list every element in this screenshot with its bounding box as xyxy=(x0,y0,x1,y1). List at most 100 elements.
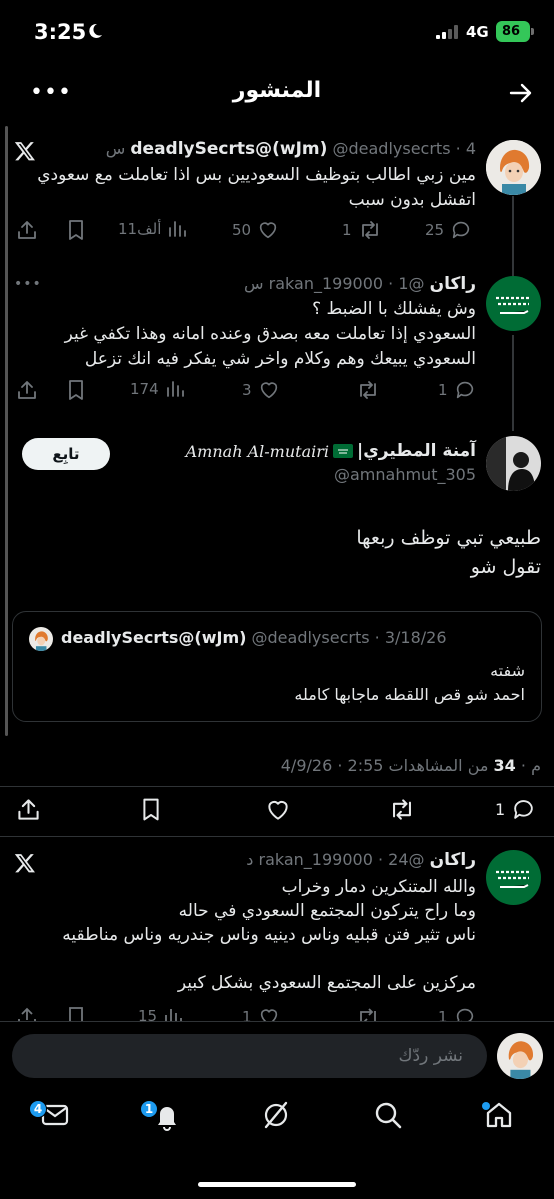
grok-tab-icon[interactable] xyxy=(262,1100,290,1130)
back-arrow-icon[interactable] xyxy=(508,80,534,106)
reply-icon xyxy=(452,221,470,239)
author-handle[interactable]: @deadlysecrts xyxy=(333,139,451,158)
share-icon[interactable] xyxy=(16,1006,38,1021)
quoted-author-name: deadlySecrts@(wJm) xyxy=(61,628,247,647)
repost-button[interactable]: 1 xyxy=(342,219,382,241)
views-button[interactable]: 15 xyxy=(138,1006,183,1021)
reply-button[interactable]: 1 xyxy=(495,797,536,822)
network-label: 4G xyxy=(466,23,489,41)
repost-icon[interactable] xyxy=(356,1006,380,1021)
post-text-line: مركزين على المجتمع السعودي بشكل كبير xyxy=(177,973,476,993)
post-text-line xyxy=(16,947,476,971)
reply-input[interactable]: نشر ردّك xyxy=(12,1034,487,1078)
author-name[interactable]: راكان xyxy=(430,850,476,870)
post-text-line: السعودي إذا تعاملت معه بصدق وعنده امانه … xyxy=(64,324,476,344)
bookmark-icon[interactable] xyxy=(66,219,86,241)
reply-icon xyxy=(514,800,533,819)
home-indicator xyxy=(198,1182,356,1187)
reply-button[interactable]: 1 xyxy=(438,1006,476,1021)
thread-line xyxy=(512,335,514,431)
messages-badge: 4 xyxy=(29,1100,47,1118)
share-icon[interactable] xyxy=(16,219,38,241)
author-handle[interactable]: @amnahmut_305 xyxy=(334,465,476,484)
avatar[interactable] xyxy=(486,276,541,331)
reply-count: 25 xyxy=(425,221,445,239)
repost-button[interactable] xyxy=(356,379,380,401)
repost-count: 1 xyxy=(342,221,352,239)
like-count: 50 xyxy=(232,221,252,239)
post-meta: 4/9/26 · 2:55 م · 34 من المشاهدات xyxy=(280,756,541,775)
reply-icon xyxy=(456,1008,473,1021)
like-button[interactable]: 50 xyxy=(232,219,279,241)
views-count: 174 xyxy=(130,380,159,398)
share-icon[interactable] xyxy=(16,379,38,401)
action-row-clipped: 1 1 15 xyxy=(0,1003,554,1021)
search-tab-icon[interactable] xyxy=(373,1100,403,1130)
heart-icon xyxy=(259,222,277,239)
post-text-line: ناس تثير فتن قبليه وناس دينيه وناس جندري… xyxy=(62,925,476,945)
bookmark-icon[interactable] xyxy=(66,1006,86,1021)
home-unread-dot xyxy=(482,1102,490,1110)
views-icon xyxy=(169,221,187,237)
divider xyxy=(0,786,554,787)
repost-icon[interactable] xyxy=(388,797,416,822)
author-name[interactable]: deadlySecrts@(wJm) xyxy=(130,139,327,159)
battery-level: 86 xyxy=(501,24,521,39)
views-button[interactable]: 11ألف xyxy=(118,219,187,239)
quoted-author-handle: @deadlysecrts xyxy=(251,628,370,647)
page-title: المنشور xyxy=(232,78,322,103)
repost-icon xyxy=(361,221,378,239)
avatar[interactable] xyxy=(486,140,541,195)
author-name[interactable]: آمنة المطيري| xyxy=(357,441,476,461)
post-date: 4/9/26 xyxy=(280,756,333,775)
avatar[interactable] xyxy=(486,436,541,491)
notifications-badge: 1 xyxy=(140,1100,158,1118)
bookmark-icon[interactable] xyxy=(140,797,162,822)
heart-icon[interactable] xyxy=(265,797,291,823)
signal-icon xyxy=(436,25,458,39)
post-text-line: مين زبي اطالب بتوظيف السعوديين بس اذا تع… xyxy=(37,165,476,185)
like-count: 3 xyxy=(242,381,252,399)
reply-placeholder: نشر ردّك xyxy=(398,1046,463,1066)
author-name[interactable]: راكان xyxy=(430,274,476,294)
like-button[interactable]: 1 xyxy=(242,1006,280,1021)
avatar[interactable] xyxy=(486,850,541,905)
heart-icon xyxy=(260,1009,277,1021)
reply-icon xyxy=(456,381,473,399)
quoted-post[interactable]: deadlySecrts@(wJm) @deadlysecrts · 3/18/… xyxy=(12,611,542,722)
avatar xyxy=(29,627,53,651)
reply-count: 1 xyxy=(495,800,506,819)
views-button[interactable]: 174 xyxy=(130,379,185,399)
moon-icon xyxy=(89,23,102,38)
post-text-line: وش يفشلك با الضبط ؟ xyxy=(312,299,476,319)
repost-icon xyxy=(360,381,376,399)
thread-line xyxy=(512,196,514,276)
divider xyxy=(0,1021,554,1022)
post-text-line: تقول شو xyxy=(470,556,541,578)
status-time: 3:25 xyxy=(34,20,87,44)
post-text-line: اتفشل بدون سبب xyxy=(348,190,476,210)
reply-count: 1 xyxy=(438,381,448,399)
views-label: من المشاهدات xyxy=(388,756,489,775)
like-button[interactable]: 3 xyxy=(242,379,280,401)
saudi-flag-icon xyxy=(333,444,353,458)
more-options-button[interactable]: ••• xyxy=(14,276,42,292)
post-text-line: والله المتنكرين دمار وخراب xyxy=(281,877,476,897)
post-text-line: وما راح يتركون المجتمع السعودي في حاله xyxy=(178,901,476,921)
x-logo-icon xyxy=(14,142,35,161)
battery-indicator: 86 xyxy=(496,21,534,42)
views-count: 11ألف xyxy=(118,220,162,238)
like-count: 1 xyxy=(242,1008,252,1021)
share-icon[interactable] xyxy=(16,797,41,822)
scroll-indicator xyxy=(5,126,8,736)
avatar[interactable] xyxy=(497,1033,543,1079)
follow-button[interactable]: تابِع xyxy=(22,438,110,470)
reply-button[interactable]: 1 xyxy=(438,379,476,401)
reply-button[interactable]: 25 xyxy=(425,219,472,241)
quoted-date: · 3/18/26 xyxy=(374,628,447,647)
views-icon xyxy=(165,1009,182,1021)
bookmark-icon[interactable] xyxy=(66,379,86,401)
x-logo-icon xyxy=(14,854,35,873)
heart-icon xyxy=(260,382,277,399)
views-count: 34 xyxy=(493,756,516,775)
